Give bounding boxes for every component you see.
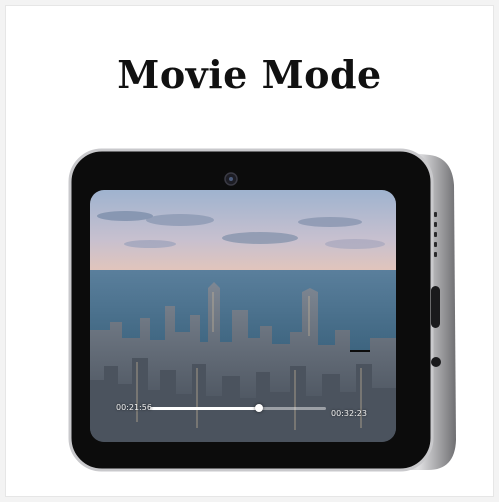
side-button-icon [431, 357, 441, 367]
device-illustration: 00:21:56 00:32:23 [0, 0, 499, 502]
current-time: 00:21:56 [116, 403, 152, 412]
total-time: 00:32:23 [331, 409, 367, 418]
usb-c-port-icon [431, 286, 440, 328]
device-svg [68, 148, 456, 472]
progress-fill [150, 407, 260, 410]
